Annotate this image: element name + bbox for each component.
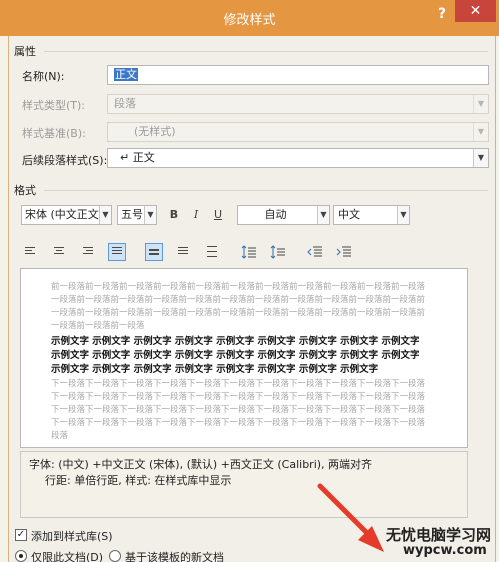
next-style-select[interactable]: ↵ 正文 ▼ xyxy=(107,148,489,168)
close-button[interactable]: ✕ xyxy=(455,0,496,22)
chevron-down-icon: ▼ xyxy=(473,123,488,141)
only-this-document-radio[interactable] xyxy=(15,550,27,562)
decrease-paragraph-spacing-button[interactable] xyxy=(269,243,287,261)
window-title: 修改样式 xyxy=(223,13,276,28)
font-value: 宋体 (中文正文) xyxy=(25,208,104,221)
preview-previous-line: 前一段落前一段落前一段落前一段落前一段落前一段落前一段落前一段落前一段落前一段落… xyxy=(51,282,426,292)
new-template-radio[interactable] xyxy=(109,550,121,562)
align-right-icon xyxy=(83,247,93,256)
title-bar: 修改样式 ? ✕ xyxy=(0,0,499,36)
style-type-label: 样式类型(T): xyxy=(22,99,86,112)
name-input[interactable]: 正文 xyxy=(107,65,489,85)
preview-next-line: 下一段落下一段落下一段落下一段落下一段落下一段落下一段落下一段落下一段落下一段落… xyxy=(51,379,426,389)
preview-previous-line: 一段落前一段落前一段落 xyxy=(51,321,145,331)
increase-spacing-icon xyxy=(241,245,256,259)
add-to-gallery-label: 添加到样式库(S) xyxy=(31,530,113,543)
annotation-arrow xyxy=(317,483,384,552)
style-based-select[interactable]: (无样式) ▼ xyxy=(107,122,489,142)
new-template-label: 基于该模板的新文档 xyxy=(125,551,224,562)
style-based-label: 样式基准(B): xyxy=(22,127,86,140)
decrease-indent-button[interactable] xyxy=(306,243,324,261)
double-spacing-button[interactable] xyxy=(203,243,221,261)
font-select[interactable]: 宋体 (中文正文) ▼ xyxy=(21,205,112,225)
align-right-button[interactable] xyxy=(79,243,97,261)
align-center-icon xyxy=(54,247,64,256)
description-line-2: 行距: 单倍行距, 样式: 在样式库中显示 xyxy=(45,474,232,487)
justify-button[interactable] xyxy=(108,243,126,261)
preview-next-line: 段落 xyxy=(51,431,69,441)
one-half-spacing-icon xyxy=(178,247,188,256)
style-type-value: 段落 xyxy=(114,97,136,110)
chevron-down-icon: ▼ xyxy=(397,206,409,224)
single-spacing-button[interactable] xyxy=(145,243,163,261)
style-type-select[interactable]: 段落 ▼ xyxy=(107,94,489,114)
size-select[interactable]: 五号 ▼ xyxy=(117,205,157,225)
single-spacing-icon xyxy=(149,249,159,257)
decrease-indent-icon xyxy=(307,246,322,257)
preview-previous-line: 一段落前一段落前一段落前一段落前一段落前一段落前一段落前一段落前一段落前一段落前… xyxy=(51,295,426,305)
chevron-down-icon: ▼ xyxy=(144,206,156,224)
watermark-text: 无忧电脑学习网 xyxy=(386,526,492,544)
name-value: 正文 xyxy=(114,68,138,81)
increase-indent-icon xyxy=(336,246,351,257)
add-to-gallery-checkbox[interactable]: ✓ xyxy=(15,529,27,541)
chevron-down-icon: ▼ xyxy=(473,95,488,113)
increase-paragraph-spacing-button[interactable] xyxy=(240,243,258,261)
script-value: 中文 xyxy=(338,208,360,221)
chevron-down-icon: ▼ xyxy=(317,206,329,224)
format-section-title: 格式 xyxy=(14,184,36,197)
preview-sample-line: 示例文字 示例文字 示例文字 示例文字 示例文字 示例文字 示例文字 示例文字 … xyxy=(51,336,420,347)
preview-sample-line: 示例文字 示例文字 示例文字 示例文字 示例文字 示例文字 示例文字 示例文字 … xyxy=(51,350,420,361)
watermark-url: wypcw.com xyxy=(403,543,487,558)
preview-next-line: 下一段落下一段落下一段落下一段落下一段落下一段落下一段落下一段落下一段落下一段落… xyxy=(51,392,426,402)
italic-button[interactable]: I xyxy=(187,206,205,224)
align-left-button[interactable] xyxy=(21,243,39,261)
script-select[interactable]: 中文 ▼ xyxy=(333,205,410,225)
align-left-icon xyxy=(25,247,35,256)
double-spacing-icon xyxy=(207,246,217,259)
only-this-document-label: 仅限此文档(D) xyxy=(31,551,104,562)
preview-previous-line: 一段落前一段落前一段落前一段落前一段落前一段落前一段落前一段落前一段落前一段落前… xyxy=(51,308,426,318)
decrease-spacing-icon xyxy=(270,245,285,259)
next-style-value: ↵ 正文 xyxy=(120,151,155,164)
chevron-down-icon: ▼ xyxy=(473,149,488,167)
underline-button[interactable]: U xyxy=(209,206,227,224)
properties-section-title: 属性 xyxy=(14,45,36,58)
name-label: 名称(N): xyxy=(22,70,65,83)
increase-indent-button[interactable] xyxy=(335,243,353,261)
description-line-1: 字体: (中文) +中文正文 (宋体), (默认) +西文正文 (Calibri… xyxy=(29,458,373,471)
help-button[interactable]: ? xyxy=(434,6,450,26)
style-description: 字体: (中文) +中文正文 (宋体), (默认) +西文正文 (Calibri… xyxy=(20,451,468,518)
justify-icon xyxy=(112,247,122,256)
one-half-spacing-button[interactable] xyxy=(174,243,192,261)
align-center-button[interactable] xyxy=(50,243,68,261)
style-based-value: (无样式) xyxy=(134,125,176,138)
preview-next-line: 下一段落下一段落下一段落下一段落下一段落下一段落下一段落下一段落下一段落下一段落… xyxy=(51,418,426,428)
size-value: 五号 xyxy=(121,208,143,221)
font-color-value: 自动 xyxy=(264,208,287,221)
format-divider xyxy=(44,190,488,191)
font-color-select[interactable]: 自动 ▼ xyxy=(237,205,330,225)
properties-divider xyxy=(44,51,488,52)
style-preview: 前一段落前一段落前一段落前一段落前一段落前一段落前一段落前一段落前一段落前一段落… xyxy=(20,268,468,448)
chevron-down-icon: ▼ xyxy=(99,206,111,224)
preview-sample-line: 示例文字 示例文字 示例文字 示例文字 示例文字 示例文字 示例文字 示例文字 xyxy=(51,364,379,375)
next-style-label: 后续段落样式(S): xyxy=(22,154,108,167)
bold-button[interactable]: B xyxy=(165,206,183,224)
preview-next-line: 下一段落下一段落下一段落下一段落下一段落下一段落下一段落下一段落下一段落下一段落… xyxy=(51,405,426,415)
